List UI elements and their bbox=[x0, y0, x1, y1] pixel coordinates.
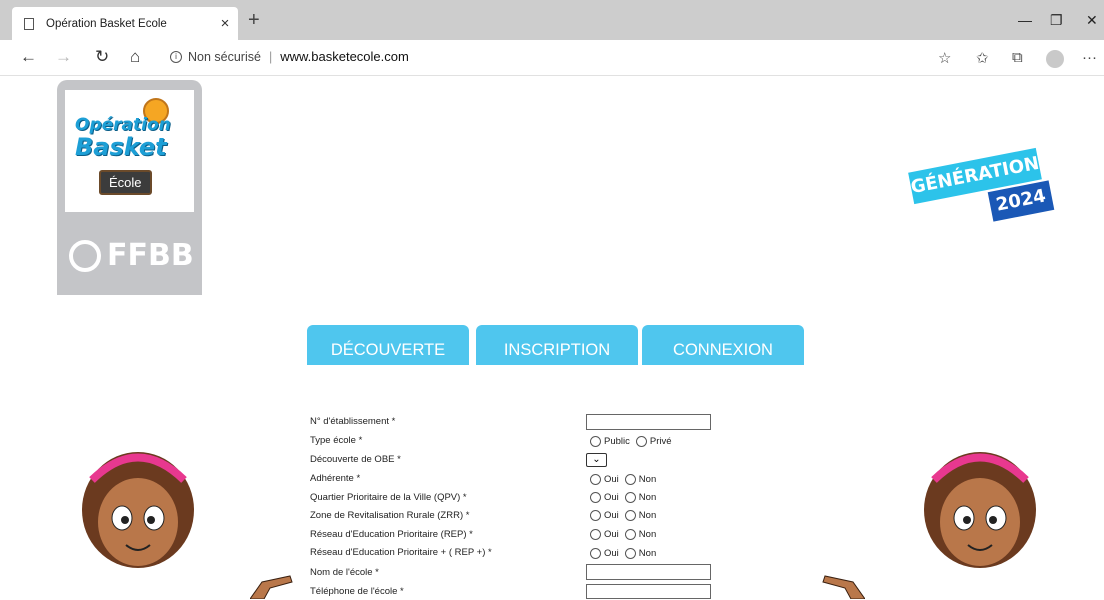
nav-connexion[interactable]: CONNEXION bbox=[642, 325, 804, 365]
rep-plus-radio: Oui Non bbox=[590, 548, 662, 559]
etablissement-input[interactable] bbox=[586, 414, 711, 430]
radio-label: Privé bbox=[649, 436, 672, 447]
radio-non[interactable] bbox=[624, 529, 636, 540]
obe-line2: Basket bbox=[75, 133, 167, 161]
radio-oui[interactable] bbox=[590, 474, 601, 485]
tab-title: Opération Basket Ecole bbox=[46, 17, 167, 30]
home-button[interactable]: ⌂ bbox=[130, 48, 140, 66]
ffbb-logo: FFBB bbox=[69, 238, 194, 273]
radio-label: Non bbox=[638, 529, 657, 540]
restore-button[interactable]: ❐ bbox=[1050, 12, 1063, 29]
security-label: Non sécurisé bbox=[188, 49, 261, 64]
collections-icon[interactable]: ⧉ bbox=[1012, 49, 1023, 66]
radio-oui[interactable] bbox=[590, 510, 601, 521]
zrr-radio: Oui Non bbox=[590, 510, 662, 521]
rep-radio: Oui Non bbox=[590, 529, 662, 540]
adherente-radio: Oui Non bbox=[590, 474, 662, 485]
field-label: Découverte de OBE * bbox=[310, 454, 401, 465]
telephone-input[interactable] bbox=[586, 584, 711, 599]
field-label: Zone de Revitalisation Rurale (ZRR) * bbox=[310, 510, 470, 521]
radio-label: Non bbox=[638, 548, 657, 559]
radio-label: Oui bbox=[604, 474, 619, 485]
window-close-button[interactable]: ✕ bbox=[1086, 12, 1098, 29]
radio-oui[interactable] bbox=[590, 529, 601, 540]
radio-label: Non bbox=[638, 510, 657, 521]
info-icon[interactable]: i bbox=[170, 50, 182, 63]
browser-tabstrip: Opération Basket Ecole × + — ❐ ✕ bbox=[0, 0, 1104, 40]
field-label: Type école * bbox=[310, 435, 363, 446]
ffbb-ball-icon bbox=[69, 239, 101, 272]
field-label: Nom de l'école * bbox=[310, 567, 379, 578]
new-tab-button[interactable]: + bbox=[248, 10, 260, 30]
forward-button[interactable]: → bbox=[55, 48, 72, 66]
url-separator: | bbox=[268, 49, 273, 64]
radio-non[interactable] bbox=[624, 510, 636, 521]
radio-label: Non bbox=[638, 474, 657, 485]
browser-tab[interactable]: Opération Basket Ecole × bbox=[12, 7, 238, 40]
pointing-hand-left bbox=[250, 575, 293, 599]
obe-logo-panel: Opération Basket École FFBB bbox=[57, 80, 202, 295]
field-label: Réseau d'Education Prioritaire + ( REP +… bbox=[310, 547, 492, 558]
radio-label: Oui bbox=[604, 492, 619, 503]
field-label: Téléphone de l'école * bbox=[310, 586, 404, 597]
field-label: N° d'établissement * bbox=[310, 416, 396, 427]
favorite-star-icon[interactable]: ☆ bbox=[938, 49, 951, 67]
profile-avatar[interactable] bbox=[1046, 50, 1064, 68]
radio-label: Oui bbox=[604, 548, 619, 559]
field-label: Quartier Prioritaire de la Ville (QPV) * bbox=[310, 492, 467, 503]
radio-oui[interactable] bbox=[590, 492, 601, 503]
radio-label: Non bbox=[638, 492, 657, 503]
url-field[interactable]: i Non sécurisé | www.basketecole.com bbox=[170, 49, 409, 64]
radio-non[interactable] bbox=[624, 492, 636, 503]
decouverte-select[interactable]: ⌄ bbox=[586, 453, 607, 467]
nom-ecole-input[interactable] bbox=[586, 564, 711, 580]
radio-prive[interactable] bbox=[635, 436, 647, 447]
favorites-icon[interactable]: ✩ bbox=[976, 49, 989, 67]
type-ecole-radio: Public Privé bbox=[590, 436, 678, 447]
minimize-button[interactable]: — bbox=[1018, 12, 1032, 28]
qpv-radio: Oui Non bbox=[590, 492, 662, 503]
field-label: Adhérente * bbox=[310, 473, 361, 484]
radio-label: Public bbox=[604, 436, 630, 447]
pointing-hand-right bbox=[822, 575, 865, 599]
radio-non[interactable] bbox=[624, 474, 636, 485]
nav-inscription[interactable]: INSCRIPTION bbox=[476, 325, 638, 365]
close-tab-icon[interactable]: × bbox=[212, 15, 238, 32]
page-icon bbox=[24, 17, 34, 30]
radio-public[interactable] bbox=[590, 436, 601, 447]
address-bar: ← → ↻ ⌂ i Non sécurisé | www.basketecole… bbox=[0, 40, 1104, 76]
url-text: www.basketecole.com bbox=[280, 49, 409, 64]
refresh-button[interactable]: ↻ bbox=[95, 48, 109, 66]
obe-logo-text: Opération Basket bbox=[75, 114, 171, 161]
radio-label: Oui bbox=[604, 510, 619, 521]
mascot-girl-left bbox=[82, 452, 194, 568]
obe-ecole-label: École bbox=[99, 170, 152, 195]
mascot-girl-right bbox=[924, 452, 1036, 568]
radio-oui[interactable] bbox=[590, 548, 601, 559]
field-label: Réseau d'Education Prioritaire (REP) * bbox=[310, 529, 473, 540]
radio-label: Oui bbox=[604, 529, 619, 540]
obe-logo: Opération Basket École bbox=[65, 90, 194, 212]
radio-non[interactable] bbox=[624, 548, 636, 559]
ffbb-text: FFBB bbox=[107, 238, 194, 273]
back-button[interactable]: ← bbox=[20, 48, 37, 66]
nav-decouverte[interactable]: DÉCOUVERTE bbox=[307, 325, 469, 365]
more-icon[interactable]: ··· bbox=[1082, 49, 1097, 66]
